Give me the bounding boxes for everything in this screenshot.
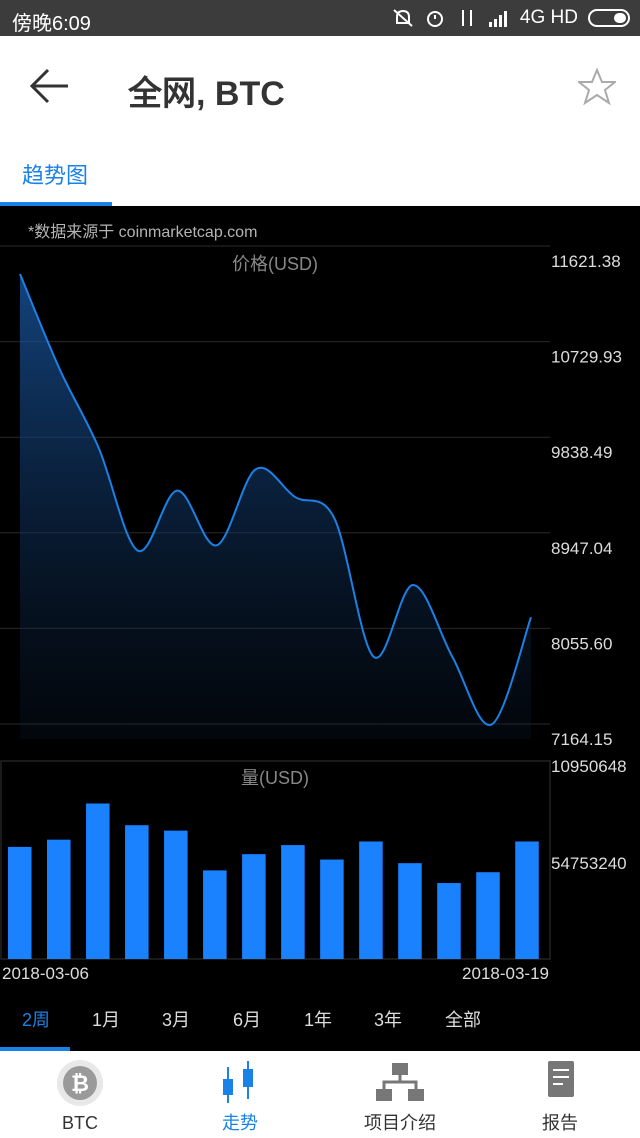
nav-label-report: 报告 bbox=[542, 1113, 578, 1133]
price-tick-label: 11621.38 bbox=[551, 252, 621, 271]
period-6m[interactable]: 6月 bbox=[233, 1006, 261, 1032]
hierarchy-icon bbox=[376, 1063, 424, 1101]
page-title: 全网, BTC bbox=[128, 75, 285, 113]
period-all[interactable]: 全部 bbox=[445, 1006, 481, 1032]
volume-bars bbox=[8, 803, 539, 959]
period-3y[interactable]: 3年 bbox=[374, 1006, 402, 1032]
signal-icon bbox=[488, 11, 507, 27]
volume-bar bbox=[515, 841, 539, 959]
volume-bar bbox=[86, 803, 110, 959]
volume-bar bbox=[203, 870, 227, 959]
volume-bar bbox=[164, 830, 188, 959]
period-1y[interactable]: 1年 bbox=[304, 1006, 332, 1032]
date-end-label: 2018-03-19 bbox=[462, 964, 549, 983]
price-tick-label: 7164.15 bbox=[551, 730, 612, 749]
period-2w[interactable]: 2周 bbox=[22, 1006, 50, 1032]
status-time: 傍晚6:09 bbox=[12, 13, 91, 35]
alarm-icon bbox=[426, 11, 443, 27]
status-icons: 4G HD bbox=[392, 7, 630, 29]
bottom-nav: ₿ BTC 走势 项目介绍 报告 bbox=[0, 1051, 640, 1138]
volume-bar bbox=[476, 872, 500, 959]
nav-label-intro: 项目介绍 bbox=[364, 1113, 436, 1133]
volume-bar bbox=[242, 854, 266, 959]
mute-bell-icon bbox=[393, 9, 413, 27]
nav-item-trend[interactable]: 走势 bbox=[160, 1051, 320, 1138]
tab-trend-chart[interactable]: 趋势图 bbox=[22, 158, 88, 190]
nav-label-btc: BTC bbox=[62, 1113, 98, 1133]
volume-panel-frame bbox=[0, 760, 551, 960]
volume-tick-top: 10950648 bbox=[551, 757, 627, 776]
price-tick-label: 10729.93 bbox=[551, 348, 622, 367]
volume-bar bbox=[320, 859, 344, 959]
period-3m[interactable]: 3月 bbox=[162, 1006, 190, 1032]
tab-bar: 趋势图 bbox=[0, 136, 640, 206]
header: 全网, BTC bbox=[0, 36, 640, 136]
period-selector: 2周 1月 3月 6月 1年 3年 全部 bbox=[0, 998, 640, 1046]
favorite-star-icon[interactable] bbox=[578, 68, 616, 106]
nav-label-trend: 走势 bbox=[222, 1113, 258, 1133]
data-arrows-icon bbox=[461, 10, 472, 26]
price-tick-label: 8055.60 bbox=[551, 634, 612, 653]
volume-axis-label: 量(USD) bbox=[241, 768, 309, 788]
battery-icon bbox=[588, 9, 630, 27]
price-area bbox=[20, 274, 531, 739]
date-start-label: 2018-03-06 bbox=[2, 964, 89, 983]
price-axis-label: 价格(USD) bbox=[232, 254, 318, 274]
volume-bar bbox=[398, 863, 422, 959]
back-arrow-icon[interactable] bbox=[28, 66, 72, 106]
volume-bar bbox=[437, 883, 461, 959]
volume-bar bbox=[47, 839, 71, 959]
volume-tick-mid: 54753240 bbox=[551, 854, 627, 873]
nav-item-btc[interactable]: ₿ BTC bbox=[0, 1051, 160, 1138]
nav-item-report[interactable]: 报告 bbox=[480, 1051, 640, 1138]
svg-text:₿: ₿ bbox=[71, 1071, 89, 1096]
price-tick-labels: 11621.38 10729.93 9838.49 8947.04 8055.60 716… bbox=[551, 252, 622, 749]
network-label: 4G HD bbox=[519, 7, 578, 28]
candlestick-icon bbox=[223, 1061, 253, 1103]
volume-bar bbox=[281, 845, 305, 959]
volume-bar bbox=[8, 846, 32, 959]
bitcoin-coin-icon: ₿ bbox=[57, 1060, 103, 1106]
document-icon bbox=[548, 1061, 574, 1097]
status-bar: 傍晚6:09 4G HD bbox=[0, 0, 640, 36]
volume-bar bbox=[359, 841, 383, 959]
chart-area: *数据来源于 coinmarketcap.com 价格(USD) 11621.3… bbox=[0, 206, 640, 1051]
price-volume-chart[interactable]: 价格(USD) 11621.38 10729.93 9838.49 8947.04 80… bbox=[0, 206, 640, 996]
volume-bar bbox=[125, 825, 149, 959]
period-1m[interactable]: 1月 bbox=[92, 1006, 120, 1032]
price-tick-label: 8947.04 bbox=[551, 539, 612, 558]
price-tick-label: 9838.49 bbox=[551, 443, 612, 462]
nav-item-intro[interactable]: 项目介绍 bbox=[320, 1051, 480, 1138]
